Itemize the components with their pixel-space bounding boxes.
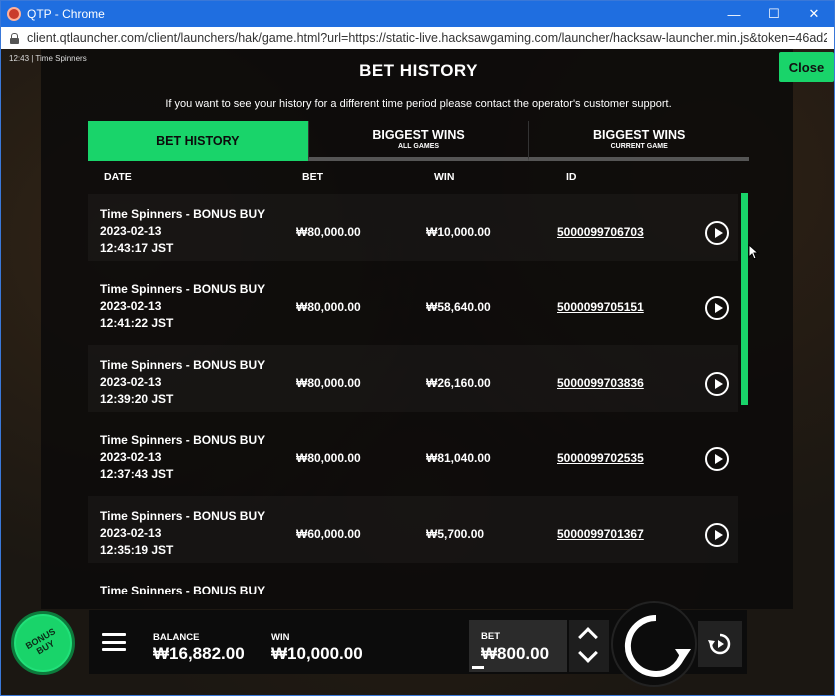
- row-game: Time Spinners - BONUS BUY: [100, 433, 266, 447]
- row-win: ₩58,640.00: [426, 300, 491, 314]
- row-game: Time Spinners - BONUS BUY: [100, 207, 266, 221]
- url-text[interactable]: client.qtlauncher.com/client/launchers/h…: [27, 31, 827, 45]
- row-win: ₩10,000.00: [426, 225, 491, 239]
- row-game: Time Spinners - BONUS BUY: [100, 584, 266, 594]
- row-time: 12:35:19 JST: [100, 543, 174, 557]
- history-tabs: BET HISTORY BIGGEST WINS ALL GAMES BIGGE…: [88, 121, 750, 161]
- column-header-date: DATE: [104, 171, 132, 183]
- row-game: Time Spinners - BONUS BUY: [100, 282, 266, 296]
- replay-play-icon[interactable]: [705, 523, 729, 547]
- replay-play-icon[interactable]: [705, 221, 729, 245]
- browser-window: QTP - Chrome — ☐ ✕ client.qtlauncher.com…: [0, 0, 835, 696]
- column-header-id: ID: [566, 171, 577, 183]
- table-row: Time Spinners - BONUS BUY: [88, 571, 738, 594]
- row-bet: ₩80,000.00: [296, 300, 361, 314]
- scrollbar-thumb[interactable]: [741, 193, 748, 405]
- replay-play-icon[interactable]: [705, 372, 729, 396]
- table-row: Time Spinners - BONUS BUY 2023-02-13 12:…: [88, 496, 738, 563]
- bet-selector[interactable]: BET ₩800.00: [469, 620, 567, 672]
- row-id-link[interactable]: 5000099701367: [557, 527, 644, 541]
- table-row: Time Spinners - BONUS BUY 2023-02-13 12:…: [88, 269, 738, 336]
- column-header-win: WIN: [434, 171, 455, 183]
- replay-play-icon[interactable]: [705, 296, 729, 320]
- balance-label: BALANCE: [153, 632, 200, 643]
- bet-history-list[interactable]: Time Spinners - BONUS BUY 2023-02-13 12:…: [88, 194, 738, 594]
- row-time: 12:41:22 JST: [100, 316, 174, 330]
- autoplay-button[interactable]: [698, 621, 742, 667]
- balance-value: ₩16,882.00: [153, 644, 245, 663]
- spin-arrow-icon: [624, 614, 691, 677]
- lock-icon: [10, 32, 19, 44]
- row-bet: ₩80,000.00: [296, 451, 361, 465]
- bet-stepper[interactable]: [569, 620, 609, 672]
- tab-sublabel: CURRENT GAME: [610, 143, 668, 150]
- tab-sublabel: ALL GAMES: [397, 143, 440, 150]
- row-game: Time Spinners - BONUS BUY: [100, 358, 266, 372]
- tab-bet-history[interactable]: BET HISTORY: [88, 121, 308, 161]
- row-game: Time Spinners - BONUS BUY: [100, 509, 266, 523]
- title-bar: QTP - Chrome — ☐ ✕: [1, 1, 834, 27]
- row-date: 2023-02-13: [100, 224, 162, 238]
- row-date: 2023-02-13: [100, 375, 162, 389]
- window-controls: — ☐ ✕: [714, 1, 834, 27]
- address-bar[interactable]: client.qtlauncher.com/client/launchers/h…: [1, 27, 834, 49]
- maximize-icon[interactable]: ☐: [754, 1, 794, 27]
- row-date: 2023-02-13: [100, 450, 162, 464]
- close-window-icon[interactable]: ✕: [794, 1, 834, 27]
- tab-label: BIGGEST WINS: [592, 128, 686, 142]
- row-id-link[interactable]: 5000099706703: [557, 225, 644, 239]
- tab-label: BIGGEST WINS: [372, 128, 465, 142]
- row-win: ₩81,040.00: [426, 451, 491, 465]
- game-footer: BONUS BUY BALANCE ₩16,882.00 WIN ₩10,000…: [1, 595, 834, 695]
- row-time: 12:39:20 JST: [100, 392, 174, 406]
- table-row: Time Spinners - BONUS BUY 2023-02-13 12:…: [88, 345, 738, 412]
- row-id-link[interactable]: 5000099705151: [557, 300, 644, 314]
- hamburger-menu-icon[interactable]: [102, 633, 126, 651]
- spin-button[interactable]: [611, 601, 697, 687]
- row-date: 2023-02-13: [100, 299, 162, 313]
- info-text: If you want to see your history for a di…: [165, 98, 672, 110]
- row-bet: ₩80,000.00: [296, 376, 361, 390]
- bonus-buy-label: BONUS BUY: [23, 626, 58, 657]
- row-win: ₩5,700.00: [426, 527, 485, 541]
- bonus-buy-button[interactable]: BONUS BUY: [11, 611, 75, 675]
- bet-level-indicator: [472, 666, 484, 669]
- tab-label: BET HISTORY: [156, 134, 240, 148]
- table-row: Time Spinners - BONUS BUY 2023-02-13 12:…: [88, 420, 738, 487]
- row-time: 12:43:17 JST: [100, 241, 174, 255]
- tab-biggest-wins-all-games[interactable]: BIGGEST WINS ALL GAMES: [307, 121, 529, 161]
- window-title: QTP - Chrome: [27, 7, 105, 21]
- row-bet: ₩80,000.00: [296, 225, 361, 239]
- minimize-icon[interactable]: —: [714, 1, 754, 27]
- replay-play-icon[interactable]: [705, 447, 729, 471]
- row-id-link[interactable]: 5000099703836: [557, 376, 644, 390]
- row-bet: ₩60,000.00: [296, 527, 361, 541]
- win-label: WIN: [271, 632, 290, 643]
- autoplay-icon: [708, 633, 731, 655]
- bet-label: BET: [481, 631, 500, 642]
- row-id-link[interactable]: 5000099702535: [557, 451, 644, 465]
- chrome-app-icon: [7, 7, 21, 21]
- modal-title: BET HISTORY: [359, 61, 478, 80]
- game-area: 12:43 | Time Spinners Close BET HISTORY …: [1, 49, 834, 695]
- column-header-bet: BET: [302, 171, 323, 183]
- row-date: 2023-02-13: [100, 526, 162, 540]
- row-win: ₩26,160.00: [426, 376, 491, 390]
- chevron-down-icon[interactable]: [578, 643, 598, 663]
- tab-biggest-wins-current-game[interactable]: BIGGEST WINS CURRENT GAME: [528, 121, 750, 161]
- row-time: 12:37:43 JST: [100, 467, 174, 481]
- win-value: ₩10,000.00: [271, 644, 363, 663]
- bet-value: ₩800.00: [481, 644, 550, 663]
- table-row: Time Spinners - BONUS BUY 2023-02-13 12:…: [88, 194, 738, 261]
